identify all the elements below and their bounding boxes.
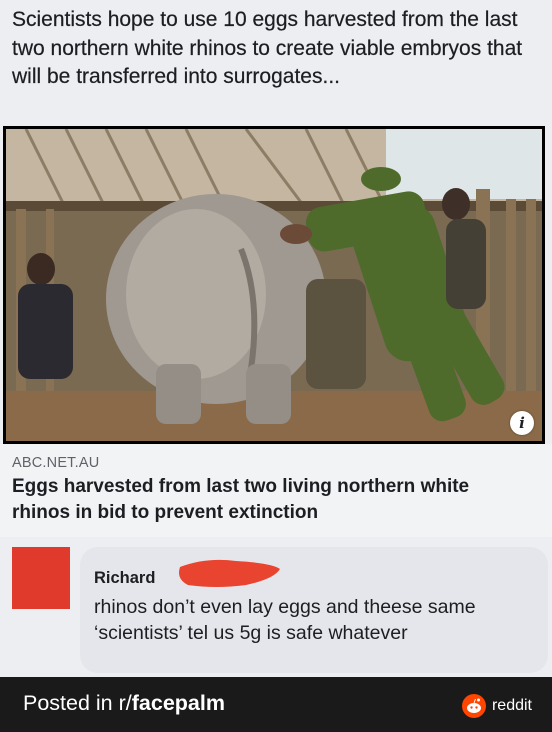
post-headline: Scientists hope to use 10 eggs harvested…	[12, 8, 523, 88]
comment-section: Richard rhinos don’t even lay eggs and t…	[0, 537, 552, 677]
link-domain: ABC.NET.AU	[12, 455, 100, 471]
link-preview-card[interactable]: ABC.NET.AU Eggs harvested from last two …	[0, 444, 552, 537]
posted-prefix: Posted in r/	[23, 691, 132, 715]
reddit-brand[interactable]: reddit	[461, 694, 532, 718]
rhino-photo-illustration	[6, 129, 542, 441]
reddit-logo-icon	[461, 694, 486, 718]
name-redaction-scribble	[179, 559, 280, 587]
avatar[interactable]	[12, 547, 70, 609]
comment-text: rhinos don’t even lay eggs and theese sa…	[94, 596, 476, 644]
comment-bubble: Richard rhinos don’t even lay eggs and t…	[80, 547, 548, 673]
article-photo[interactable]: i	[3, 126, 545, 444]
link-title[interactable]: Eggs harvested from last two living nort…	[12, 474, 532, 526]
posted-in-label[interactable]: Posted in r/facepalm	[23, 691, 225, 716]
comment-author[interactable]: Richard	[94, 569, 155, 588]
footer-bar: Posted in r/facepalm reddit	[0, 677, 552, 732]
reddit-alien-icon	[466, 698, 481, 713]
reddit-wordmark: reddit	[491, 697, 532, 714]
subreddit-name[interactable]: facepalm	[132, 691, 225, 715]
info-icon[interactable]: i	[510, 411, 534, 435]
